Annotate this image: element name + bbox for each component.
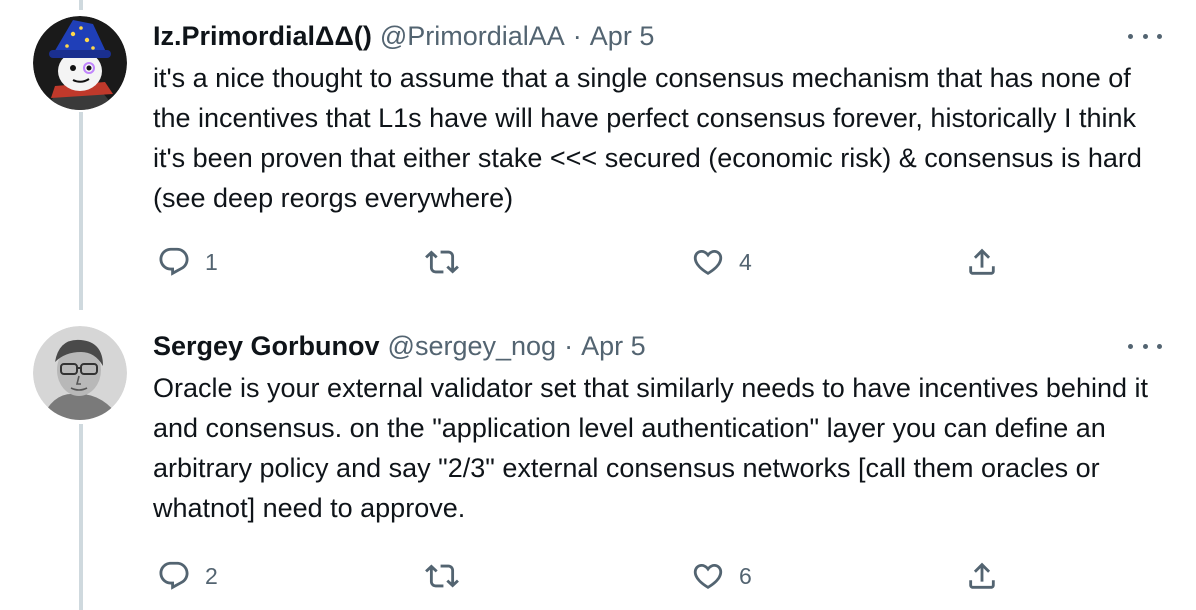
share-icon xyxy=(969,248,995,275)
reply-count: 1 xyxy=(205,248,218,275)
retweet-icon xyxy=(425,250,459,274)
separator: · xyxy=(572,20,582,51)
like-button[interactable]: 4 xyxy=(691,242,752,282)
more-dot xyxy=(1157,33,1162,39)
timestamp[interactable]: Apr 5 xyxy=(581,331,646,362)
timestamp[interactable]: Apr 5 xyxy=(590,21,655,52)
more-dot xyxy=(1128,343,1133,349)
reply-button[interactable]: 1 xyxy=(157,242,218,282)
retweet-icon xyxy=(425,564,459,588)
tweet[interactable]: Iz.PrimordialΔΔ() @PrimordialAA · Apr 5 … xyxy=(0,16,1196,296)
reply-icon xyxy=(159,247,189,276)
portrait-avatar-icon xyxy=(33,326,127,420)
reply-count: 2 xyxy=(205,562,218,589)
tweet-header: Sergey Gorbunov @sergey_nog · Apr 5 xyxy=(153,326,646,366)
share-button[interactable] xyxy=(965,556,999,596)
handle[interactable]: @sergey_nog xyxy=(388,331,557,362)
like-icon xyxy=(693,563,723,589)
more-dot xyxy=(1142,343,1148,349)
more-dot xyxy=(1157,343,1162,349)
separator: · xyxy=(564,330,574,361)
tweet-header: Iz.PrimordialΔΔ() @PrimordialAA · Apr 5 xyxy=(153,16,654,56)
share-button[interactable] xyxy=(965,242,999,282)
more-icon[interactable] xyxy=(1128,334,1162,358)
retweet-button[interactable] xyxy=(425,242,473,282)
tweet-text: Oracle is your external validator set th… xyxy=(153,373,1148,523)
avatar[interactable] xyxy=(33,16,127,110)
like-count: 6 xyxy=(739,562,752,589)
like-count: 4 xyxy=(739,248,752,275)
more-dot xyxy=(1142,33,1148,39)
tweet-text: it's a nice thought to assume that a sin… xyxy=(153,63,1142,213)
retweet-button[interactable] xyxy=(425,556,473,596)
display-name[interactable]: Sergey Gorbunov xyxy=(153,331,380,362)
more-dot xyxy=(1128,33,1133,39)
reply-button[interactable]: 2 xyxy=(157,556,218,596)
more-icon[interactable] xyxy=(1128,24,1162,48)
thread-line-upper xyxy=(79,0,83,10)
action-bar: 1 4 xyxy=(153,242,1013,282)
reply-icon xyxy=(159,561,189,590)
handle[interactable]: @PrimordialAA xyxy=(380,21,565,52)
wizard-avatar-icon xyxy=(33,16,127,110)
display-name[interactable]: Iz.PrimordialΔΔ() xyxy=(153,21,372,52)
share-icon xyxy=(969,562,995,589)
avatar[interactable] xyxy=(33,326,127,420)
like-icon xyxy=(693,249,723,275)
tweet[interactable]: Sergey Gorbunov @sergey_nog · Apr 5 Orac… xyxy=(0,326,1196,610)
like-button[interactable]: 6 xyxy=(691,556,752,596)
action-bar: 2 6 xyxy=(153,556,1013,596)
